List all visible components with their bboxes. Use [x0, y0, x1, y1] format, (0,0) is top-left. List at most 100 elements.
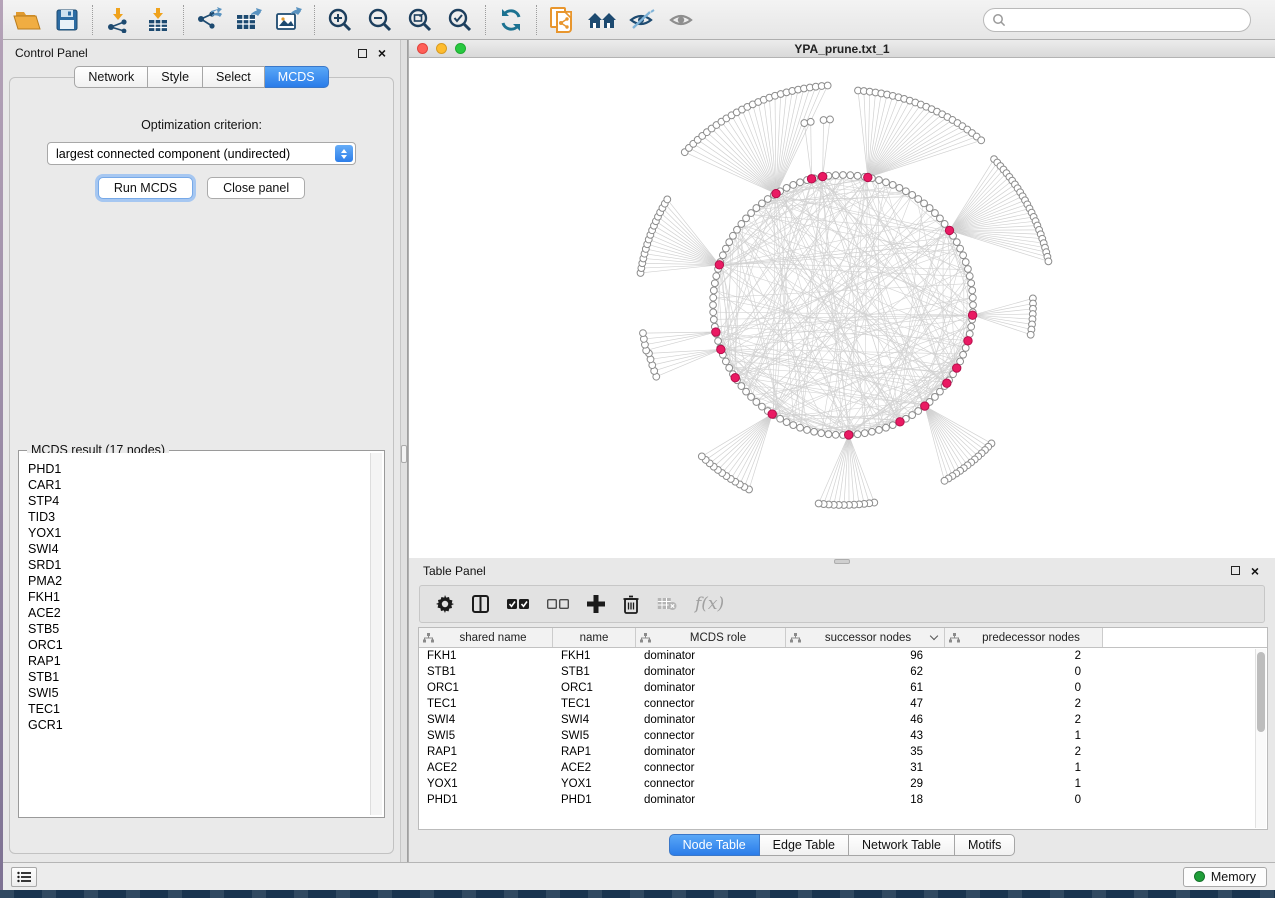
table-row[interactable]: TEC1TEC1connector472	[419, 696, 1267, 712]
open-session-icon[interactable]	[7, 4, 47, 36]
search-input[interactable]	[983, 8, 1251, 32]
table-row[interactable]: SWI4SWI4dominator462	[419, 712, 1267, 728]
mcds-result-list[interactable]: PHD1CAR1STP4TID3YOX1SWI4SRD1PMA2FKH1ACE2…	[21, 453, 369, 815]
cell-mcds-role: dominator	[636, 666, 786, 678]
table-settings-gear-icon[interactable]	[436, 595, 454, 613]
mcds-result-item[interactable]: RAP1	[21, 653, 369, 669]
tab-style[interactable]: Style	[148, 66, 203, 88]
mcds-result-item[interactable]: CAR1	[21, 477, 369, 493]
select-all-rows-icon[interactable]	[507, 598, 529, 610]
mcds-result-item[interactable]: PHD1	[21, 461, 369, 477]
mcds-result-item[interactable]: SRD1	[21, 557, 369, 573]
memory-status-icon	[1194, 871, 1205, 882]
import-table-icon[interactable]	[138, 4, 178, 36]
mcds-result-item[interactable]: ORC1	[21, 637, 369, 653]
close-table-panel-icon[interactable]: ×	[1251, 566, 1259, 576]
mcds-result-item[interactable]: STB5	[21, 621, 369, 637]
mcds-result-item[interactable]: STB1	[21, 669, 369, 685]
mcds-result-item[interactable]: GCR1	[21, 717, 369, 733]
cell-predecessor-nodes: 1	[945, 762, 1103, 774]
run-mcds-button[interactable]: Run MCDS	[98, 177, 193, 199]
mcds-result-item[interactable]: SWI4	[21, 541, 369, 557]
column-header-mcds-role[interactable]: MCDS role	[636, 628, 786, 647]
network-window: YPA_prune.txt_1	[408, 40, 1275, 558]
delete-table-icon[interactable]	[657, 597, 677, 611]
column-header-name[interactable]: name	[553, 628, 636, 647]
task-history-button[interactable]	[11, 867, 37, 887]
show-columns-icon[interactable]	[472, 595, 489, 613]
tab-network[interactable]: Network	[74, 66, 148, 88]
memory-button[interactable]: Memory	[1183, 867, 1267, 887]
tab-mcds[interactable]: MCDS	[265, 66, 329, 88]
mcds-result-scrollbar[interactable]	[370, 453, 382, 815]
hide-selected-icon[interactable]	[622, 4, 662, 36]
float-table-panel-icon[interactable]	[1231, 566, 1240, 575]
mcds-result-item[interactable]: TEC1	[21, 701, 369, 717]
vertical-splitter[interactable]	[400, 40, 408, 862]
mcds-result-item[interactable]: STP4	[21, 493, 369, 509]
float-panel-icon[interactable]	[358, 49, 367, 58]
save-session-icon[interactable]	[47, 4, 87, 36]
export-table-icon[interactable]	[229, 4, 269, 36]
network-canvas[interactable]	[409, 58, 1275, 558]
tab-network-table[interactable]: Network Table	[849, 834, 955, 856]
tab-edge-table[interactable]: Edge Table	[760, 834, 849, 856]
cell-shared-name: TEC1	[419, 698, 553, 710]
table-panel-header: Table Panel ×	[409, 558, 1275, 583]
table-row[interactable]: SWI5SWI5connector431	[419, 728, 1267, 744]
control-panel-tabs: NetworkStyleSelectMCDS	[3, 66, 400, 88]
mcds-result-item[interactable]: YOX1	[21, 525, 369, 541]
import-network-icon[interactable]	[98, 4, 138, 36]
table-scrollbar-thumb[interactable]	[1257, 652, 1265, 732]
add-column-icon[interactable]	[587, 595, 605, 613]
splitter-handle[interactable]	[401, 445, 407, 463]
column-header-shared-name[interactable]: shared name	[419, 628, 553, 647]
control-panel-header: Control Panel ×	[3, 40, 400, 66]
zoom-selected-icon[interactable]	[440, 4, 480, 36]
table-scrollbar[interactable]	[1255, 649, 1266, 828]
table-row[interactable]: FKH1FKH1dominator962	[419, 648, 1267, 664]
deselect-all-rows-icon[interactable]	[547, 598, 569, 610]
show-all-icon[interactable]	[662, 4, 702, 36]
table-row[interactable]: YOX1YOX1connector291	[419, 776, 1267, 792]
panel-drag-handle[interactable]	[834, 559, 850, 564]
zoom-out-icon[interactable]	[360, 4, 400, 36]
mcds-result-item[interactable]: ACE2	[21, 605, 369, 621]
close-panel-icon[interactable]: ×	[378, 48, 386, 58]
delete-column-icon[interactable]	[623, 595, 639, 614]
right-column: YPA_prune.txt_1 Table Panel	[408, 40, 1275, 862]
zoom-in-icon[interactable]	[320, 4, 360, 36]
table-row[interactable]: ACE2ACE2connector311	[419, 760, 1267, 776]
table-row[interactable]: PHD1PHD1dominator180	[419, 792, 1267, 808]
tab-node-table[interactable]: Node Table	[669, 834, 760, 856]
cell-predecessor-nodes: 2	[945, 698, 1103, 710]
cell-successor-nodes: 46	[786, 714, 945, 726]
mcds-result-item[interactable]: TID3	[21, 509, 369, 525]
table-row[interactable]: STB1STB1dominator620	[419, 664, 1267, 680]
apply-function-icon[interactable]: f(x)	[695, 594, 724, 614]
duplicate-network-icon[interactable]	[542, 4, 582, 36]
close-panel-button[interactable]: Close panel	[207, 177, 305, 199]
column-header-predecessor-nodes[interactable]: predecessor nodes	[945, 628, 1103, 647]
mcds-result-item[interactable]: FKH1	[21, 589, 369, 605]
mcds-result-item[interactable]: SWI5	[21, 685, 369, 701]
column-header-successor-nodes[interactable]: successor nodes	[786, 628, 945, 647]
cell-shared-name: ACE2	[419, 762, 553, 774]
tab-select[interactable]: Select	[203, 66, 265, 88]
table-row[interactable]: RAP1RAP1dominator352	[419, 744, 1267, 760]
cell-name: STB1	[553, 666, 636, 678]
criterion-dropdown[interactable]: largest connected component (undirected)	[47, 142, 356, 165]
zoom-fit-icon[interactable]	[400, 4, 440, 36]
network-titlebar: YPA_prune.txt_1	[409, 40, 1275, 58]
table-row[interactable]: ORC1ORC1dominator610	[419, 680, 1267, 696]
cell-shared-name: SWI4	[419, 714, 553, 726]
criterion-dropdown-value: largest connected component (undirected)	[56, 147, 290, 161]
cell-mcds-role: dominator	[636, 746, 786, 758]
first-neighbors-icon[interactable]	[582, 4, 622, 36]
node-table[interactable]: shared namenameMCDS rolesuccessor nodesp…	[418, 627, 1268, 830]
mcds-result-item[interactable]: PMA2	[21, 573, 369, 589]
export-image-icon[interactable]	[269, 4, 309, 36]
tab-motifs[interactable]: Motifs	[955, 834, 1015, 856]
export-network-icon[interactable]	[189, 4, 229, 36]
refresh-icon[interactable]	[491, 4, 531, 36]
